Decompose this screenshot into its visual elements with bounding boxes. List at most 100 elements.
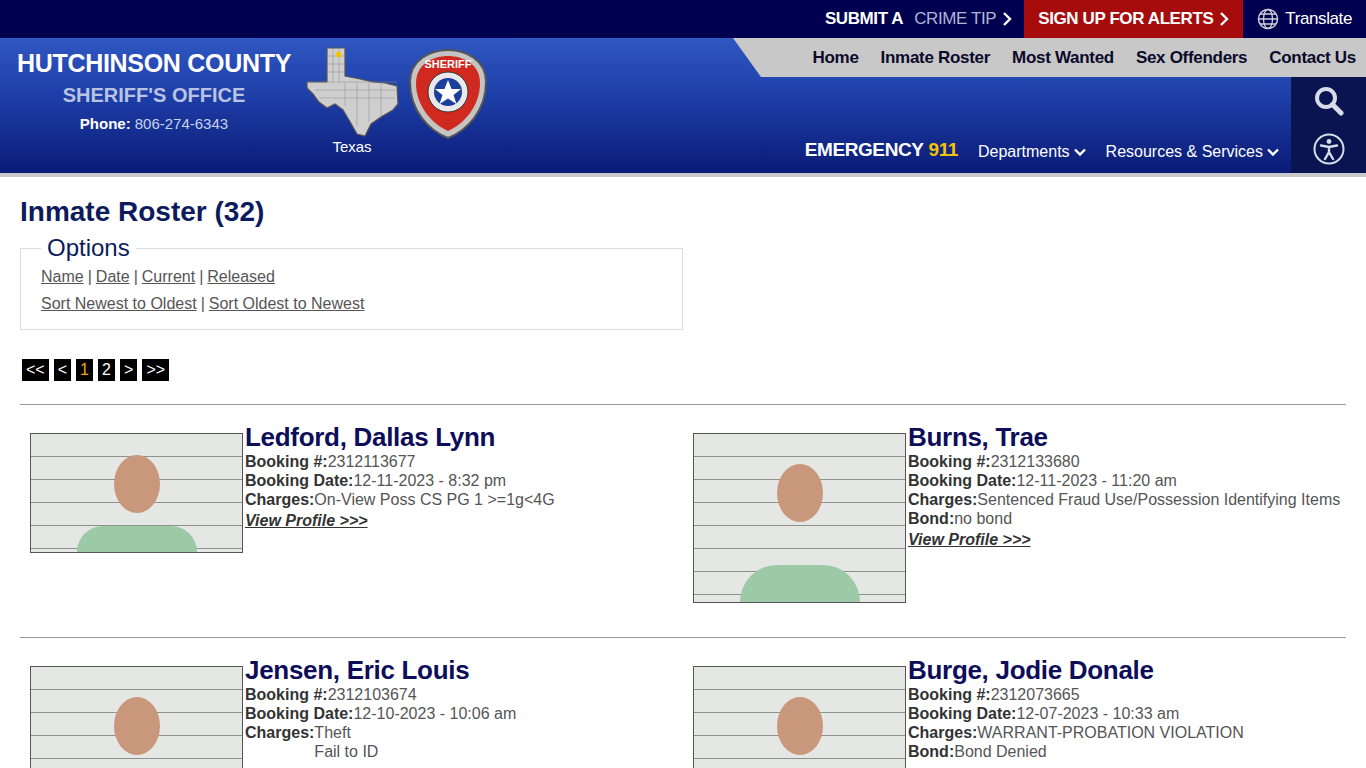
inmate-field: Booking Date:12-07-2023 - 10:33 am [908,704,1244,723]
chevron-down-icon [1267,148,1279,157]
option-link[interactable]: Name [41,268,84,285]
photo-head [114,455,160,513]
emergency-number: 911 [929,139,958,160]
field-label: Booking Date: [908,471,1016,490]
county-name: HUTCHINSON COUNTY [17,46,291,80]
page-button[interactable]: > [120,359,137,381]
emergency-label: EMERGENCY [805,139,924,160]
inmate-name[interactable]: Ledford, Dallas Lynn [245,422,555,452]
page-button[interactable]: 2 [98,359,115,381]
option-link[interactable]: Date [96,268,130,285]
option-link[interactable]: Released [207,268,275,285]
separator: | [199,268,203,285]
dropdown-menu-toggle[interactable]: Departments [978,140,1086,164]
menu-label: Departments [978,140,1070,164]
page-button[interactable]: >> [142,359,169,381]
field-label: Booking #: [245,685,328,704]
field-values: 12-10-2023 - 10:06 am [353,704,516,723]
inmate-name[interactable]: Burns, Trae [908,422,1340,452]
field-label: Charges: [908,723,977,742]
field-value: 12-11-2023 - 11:20 am [1016,471,1176,490]
mugshot-photo[interactable] [693,433,906,603]
view-profile-link[interactable]: View Profile >>> [908,530,1031,549]
main-content: Inmate Roster (32)OptionsName|Date|Curre… [0,177,1366,768]
inmate-info: Burge, Jodie DonaleBooking #:2312073665B… [906,655,1244,761]
nav-link[interactable]: Sex Offenders [1136,45,1247,71]
inmate-field: Charges:TheftFail to ID [245,723,516,761]
field-values: On-View Poss CS PG 1 >=1g<4G [314,490,554,509]
nav-link[interactable]: Inmate Roster [881,45,990,71]
tool-column [1291,77,1366,173]
field-values: Sentenced Fraud Use/Possession Identifyi… [977,490,1340,509]
inmate-card: Jensen, Eric LouisBooking #:2312103674Bo… [20,655,683,768]
field-value: Sentenced Fraud Use/Possession Identifyi… [977,490,1340,509]
dropdown-menu-toggle[interactable]: Resources & Services [1106,140,1279,164]
mugshot-photo[interactable] [30,433,243,553]
field-label: Charges: [245,490,314,509]
nav-link[interactable]: Contact Us [1269,45,1356,71]
options-legend: Options [41,235,136,261]
view-profile-link[interactable]: View Profile >>> [245,511,368,530]
header-right: Home Inmate Roster Most Wanted Sex Offender… [490,38,1366,173]
option-link[interactable]: Sort Oldest to Newest [209,295,365,312]
field-label: Booking #: [908,685,991,704]
inmate-field: Booking #:2312133680 [908,452,1340,471]
field-values: 2312073665 [991,685,1080,704]
field-label: Booking #: [908,452,991,471]
menu-label: Resources & Services [1106,140,1263,164]
nav-link[interactable]: Most Wanted [1012,45,1114,71]
globe-icon [1257,8,1279,30]
badge-label: SHERIFF [424,58,471,70]
alerts-label: SIGN UP FOR ALERTS [1038,6,1213,32]
photo-head [777,464,823,522]
inmate-list: Ledford, Dallas LynnBooking #:2312113677… [20,405,1346,768]
field-label: Bond: [908,509,954,528]
mugshot-photo[interactable] [30,666,243,768]
field-value: 12-11-2023 - 8:32 pm [353,471,506,490]
inmate-name[interactable]: Burge, Jodie Donale [908,655,1244,685]
field-label: Booking Date: [245,704,353,723]
inmate-field: Booking #:2312073665 [908,685,1244,704]
separator: | [134,268,138,285]
site-header: HUTCHINSON COUNTYSHERIFF'S OFFICEPhone:8… [0,38,1366,177]
brand-text: HUTCHINSON COUNTYSHERIFF'S OFFICEPhone:8… [10,46,298,138]
inmate-row: Jensen, Eric LouisBooking #:2312103674Bo… [20,638,1346,768]
nav-link[interactable]: Home [813,45,859,71]
inmate-field: Booking #:2312113677 [245,452,555,471]
field-value: 2312073665 [991,685,1080,704]
inmate-field: Booking #:2312103674 [245,685,516,704]
field-value: 12-10-2023 - 10:06 am [353,704,516,723]
divider [20,404,1346,405]
search-button[interactable] [1314,86,1344,116]
divider [20,637,1346,638]
field-label: Charges: [245,723,314,761]
phone-number[interactable]: 806-274-6343 [135,115,228,132]
field-values: 2312103674 [328,685,417,704]
option-link[interactable]: Sort Newest to Oldest [41,295,197,312]
page-button[interactable]: 1 [76,359,93,381]
page-button[interactable]: << [22,359,49,381]
separator: | [201,295,205,312]
page-title: Inmate Roster (32) [20,195,1346,229]
inmate-field: Charges:WARRANT-PROBATION VIOLATION [908,723,1244,742]
separator: | [88,268,92,285]
inmate-field: Booking Date:12-11-2023 - 11:20 am [908,471,1340,490]
alerts-link[interactable]: SIGN UP FOR ALERTS [1024,0,1243,38]
field-values: Bond Denied [954,742,1047,761]
crime-tip-link[interactable]: SUBMIT A CRIME TIP [813,0,1024,38]
top-bar: SUBMIT A CRIME TIP SIGN UP FOR ALERTS Trans… [0,0,1366,38]
field-value: On-View Poss CS PG 1 >=1g<4G [314,490,554,509]
page-button[interactable]: < [54,359,71,381]
crime-tip-lead: SUBMIT A [825,6,903,32]
inmate-info: Jensen, Eric LouisBooking #:2312103674Bo… [243,655,516,761]
mugshot-photo[interactable] [693,666,906,768]
field-label: Booking Date: [908,704,1016,723]
translate-link[interactable]: Translate [1243,0,1366,38]
inmate-row: Ledford, Dallas LynnBooking #:2312113677… [20,405,1346,637]
inmate-name[interactable]: Jensen, Eric Louis [245,655,516,685]
field-value: 2312103674 [328,685,417,704]
search-icon [1314,86,1344,116]
accessibility-button[interactable] [1313,133,1345,165]
option-link[interactable]: Current [142,268,195,285]
crime-tip-rest: CRIME TIP [914,6,996,32]
